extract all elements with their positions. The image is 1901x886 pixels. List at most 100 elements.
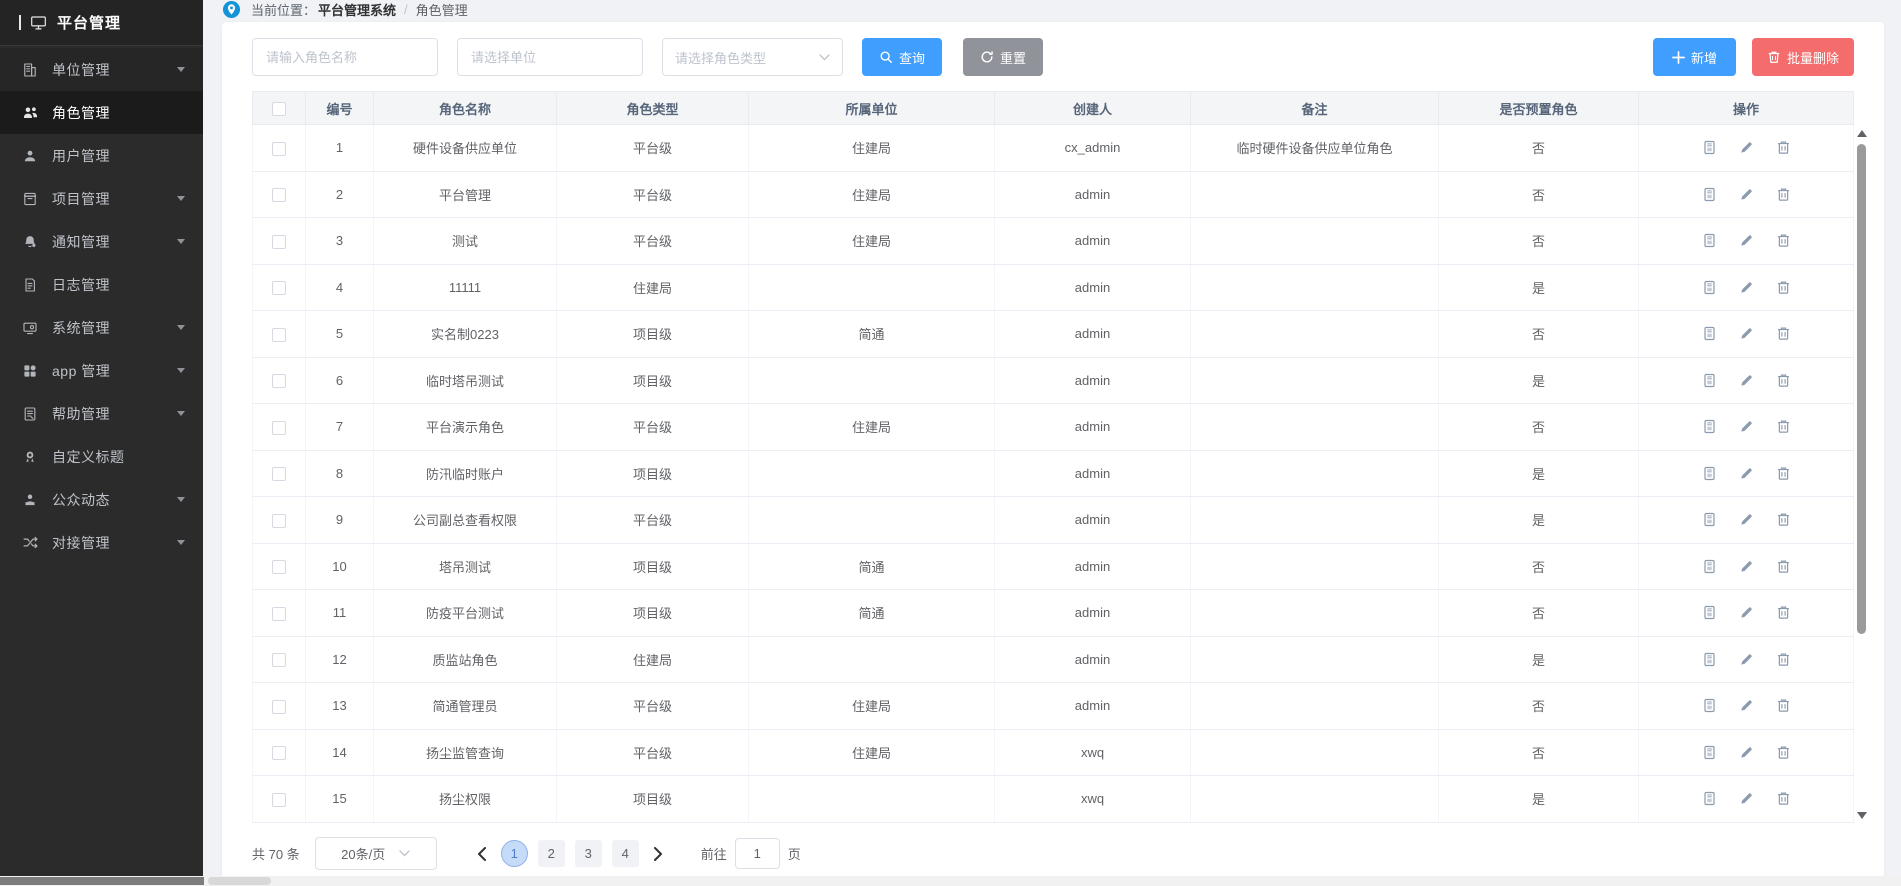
view-icon[interactable] — [1702, 280, 1717, 295]
sidebar-item-8[interactable]: app 管理 — [0, 349, 203, 392]
role-type-select[interactable]: 请选择角色类型 — [662, 38, 843, 76]
edit-icon[interactable] — [1739, 698, 1754, 713]
batch-delete-button[interactable]: 批量删除 — [1752, 38, 1854, 76]
row-checkbox[interactable] — [272, 467, 286, 481]
edit-icon[interactable] — [1739, 419, 1754, 434]
delete-icon[interactable] — [1776, 791, 1791, 806]
sidebar-item-12[interactable]: 对接管理 — [0, 521, 203, 564]
row-checkbox[interactable] — [272, 421, 286, 435]
sidebar-item-5[interactable]: 通知管理 — [0, 220, 203, 263]
delete-icon[interactable] — [1776, 745, 1791, 760]
total-count-label: 共 70 条 — [252, 844, 300, 863]
select-all-checkbox[interactable] — [272, 102, 286, 116]
scroll-up-arrow-icon[interactable] — [1857, 130, 1867, 137]
view-icon[interactable] — [1702, 791, 1717, 806]
horizontal-scrollbar-thumb[interactable] — [0, 877, 204, 885]
scroll-down-arrow-icon[interactable] — [1857, 812, 1867, 819]
delete-icon[interactable] — [1776, 187, 1791, 202]
view-icon[interactable] — [1702, 466, 1717, 481]
row-checkbox[interactable] — [272, 514, 286, 528]
row-checkbox[interactable] — [272, 235, 286, 249]
delete-icon[interactable] — [1776, 512, 1791, 527]
view-icon[interactable] — [1702, 140, 1717, 155]
delete-icon[interactable] — [1776, 559, 1791, 574]
delete-icon[interactable] — [1776, 326, 1791, 341]
sidebar-item-9[interactable]: 帮助管理 — [0, 392, 203, 435]
role-name-input[interactable] — [252, 38, 438, 76]
search-button[interactable]: 查询 — [862, 38, 942, 76]
horizontal-scrollbar-thumb-secondary[interactable] — [208, 877, 271, 885]
sidebar-item-label: 通知管理 — [52, 232, 110, 252]
sidebar-item-10[interactable]: 自定义标题 — [0, 435, 203, 478]
sidebar-item-2[interactable]: 角色管理 — [0, 91, 203, 134]
delete-icon[interactable] — [1776, 373, 1791, 388]
row-checkbox[interactable] — [272, 560, 286, 574]
edit-icon[interactable] — [1739, 326, 1754, 341]
delete-icon[interactable] — [1776, 698, 1791, 713]
page-button-2[interactable]: 2 — [538, 840, 565, 867]
edit-icon[interactable] — [1739, 140, 1754, 155]
sidebar-item-4[interactable]: 项目管理 — [0, 177, 203, 220]
reset-button[interactable]: 重置 — [963, 38, 1043, 76]
row-checkbox[interactable] — [272, 188, 286, 202]
goto-page-input[interactable] — [735, 838, 780, 869]
row-checkbox[interactable] — [272, 653, 286, 667]
row-checkbox[interactable] — [272, 700, 286, 714]
page-button-3[interactable]: 3 — [575, 840, 602, 867]
delete-icon[interactable] — [1776, 419, 1791, 434]
edit-icon[interactable] — [1739, 233, 1754, 248]
page-size-select[interactable]: 20条/页 — [315, 837, 437, 870]
add-button[interactable]: 新增 — [1653, 38, 1736, 76]
unit-input[interactable] — [457, 38, 643, 76]
view-icon[interactable] — [1702, 559, 1717, 574]
view-icon[interactable] — [1702, 326, 1717, 341]
edit-icon[interactable] — [1739, 605, 1754, 620]
page-button-1[interactable]: 1 — [501, 840, 528, 867]
prev-page-button[interactable] — [467, 839, 497, 869]
sidebar-item-7[interactable]: 系统管理 — [0, 306, 203, 349]
cell-role-name: 塔吊测试 — [374, 543, 557, 590]
horizontal-scrollbar[interactable] — [0, 876, 1901, 886]
delete-icon[interactable] — [1776, 233, 1791, 248]
edit-icon[interactable] — [1739, 280, 1754, 295]
delete-icon[interactable] — [1776, 280, 1791, 295]
view-icon[interactable] — [1702, 605, 1717, 620]
breadcrumb-root[interactable]: 平台管理系统 — [318, 0, 396, 19]
view-icon[interactable] — [1702, 512, 1717, 527]
view-icon[interactable] — [1702, 698, 1717, 713]
sidebar-item-3[interactable]: 用户管理 — [0, 134, 203, 177]
row-checkbox[interactable] — [272, 746, 286, 760]
vertical-scrollbar-thumb[interactable] — [1857, 144, 1866, 634]
view-icon[interactable] — [1702, 652, 1717, 667]
view-icon[interactable] — [1702, 187, 1717, 202]
view-icon[interactable] — [1702, 419, 1717, 434]
view-icon[interactable] — [1702, 745, 1717, 760]
sidebar-item-11[interactable]: 公众动态 — [0, 478, 203, 521]
view-icon[interactable] — [1702, 373, 1717, 388]
delete-icon[interactable] — [1776, 652, 1791, 667]
edit-icon[interactable] — [1739, 652, 1754, 667]
sidebar-item-6[interactable]: 日志管理 — [0, 263, 203, 306]
row-checkbox[interactable] — [272, 142, 286, 156]
edit-icon[interactable] — [1739, 187, 1754, 202]
row-checkbox[interactable] — [272, 793, 286, 807]
row-checkbox[interactable] — [272, 607, 286, 621]
view-icon[interactable] — [1702, 233, 1717, 248]
edit-icon[interactable] — [1739, 745, 1754, 760]
next-page-button[interactable] — [643, 839, 673, 869]
edit-icon[interactable] — [1739, 466, 1754, 481]
delete-icon[interactable] — [1776, 140, 1791, 155]
delete-icon[interactable] — [1776, 466, 1791, 481]
row-checkbox[interactable] — [272, 281, 286, 295]
edit-icon[interactable] — [1739, 559, 1754, 574]
row-checkbox[interactable] — [272, 374, 286, 388]
sidebar-item-1[interactable]: 单位管理 — [0, 48, 203, 91]
page-button-4[interactable]: 4 — [612, 840, 639, 867]
edit-icon[interactable] — [1739, 791, 1754, 806]
breadcrumb-separator: / — [404, 2, 408, 17]
delete-icon[interactable] — [1776, 605, 1791, 620]
row-checkbox[interactable] — [272, 328, 286, 342]
edit-icon[interactable] — [1739, 512, 1754, 527]
edit-icon[interactable] — [1739, 373, 1754, 388]
vertical-scrollbar[interactable] — [1855, 124, 1868, 825]
